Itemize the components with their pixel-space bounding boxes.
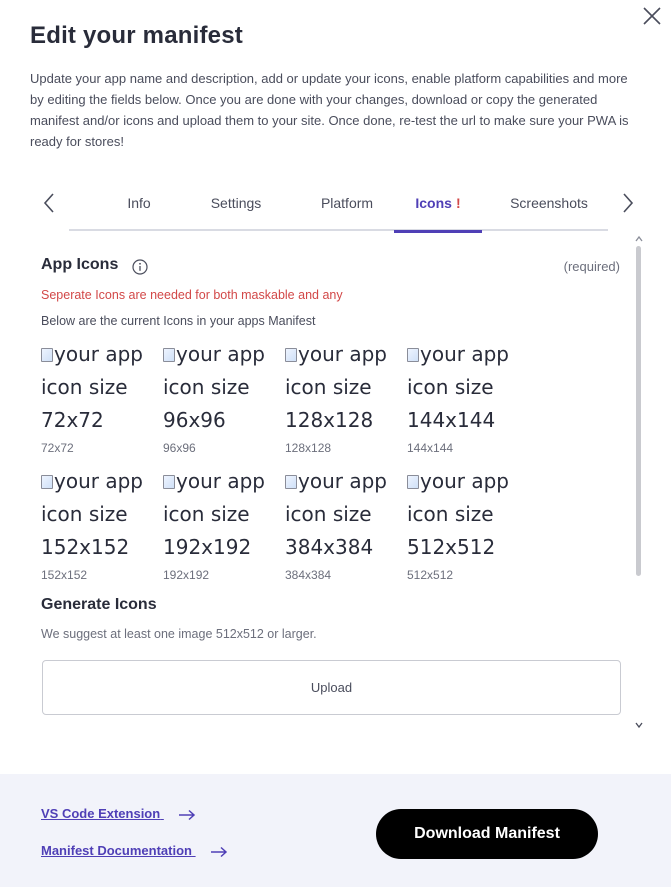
icons-panel: App Icons (required) Seperate Icons are … xyxy=(41,240,631,735)
tab-label: Settings xyxy=(210,195,262,211)
tabs-row: Info Settings Platform Icons! Screenshot… xyxy=(40,183,640,233)
tabs-next-button[interactable] xyxy=(617,191,637,215)
upload-button[interactable]: Upload xyxy=(42,660,621,715)
broken-image-icon xyxy=(407,475,419,489)
vs-code-extension-link[interactable]: VS Code Extension xyxy=(41,806,196,821)
icon-image: your app icon size 72x72 xyxy=(41,342,143,432)
link-label: VS Code Extension xyxy=(41,806,161,821)
close-button[interactable] xyxy=(640,4,664,28)
download-manifest-button[interactable]: Download Manifest xyxy=(376,809,598,859)
info-icon[interactable] xyxy=(132,259,148,275)
icon-item: your app icon size 152x152 152x152 xyxy=(41,465,161,587)
tab-bar: Info Settings Platform Icons! Screenshot… xyxy=(69,183,608,233)
scroll-down-button[interactable] xyxy=(634,718,644,730)
tab-platform[interactable]: Platform xyxy=(305,183,389,231)
broken-image-icon xyxy=(41,475,53,489)
icon-image: your app icon size 192x192 xyxy=(163,469,265,559)
scrollbar-thumb[interactable] xyxy=(636,246,641,576)
icon-image: your app icon size 512x512 xyxy=(407,469,509,559)
icon-item: your app icon size 384x384 384x384 xyxy=(285,465,405,587)
tab-icons[interactable]: Icons! xyxy=(394,183,482,233)
tabs-prev-button[interactable] xyxy=(40,191,60,215)
icon-size-label: 512x512 xyxy=(407,568,454,582)
icons-note: Below are the current Icons in your apps… xyxy=(41,314,316,328)
required-label: (required) xyxy=(563,259,620,274)
tab-settings[interactable]: Settings xyxy=(196,183,276,231)
icon-size-label: 128x128 xyxy=(285,441,332,455)
dialog-footer: VS Code Extension Manifest Documentation… xyxy=(0,774,671,887)
icon-size-label: 96x96 xyxy=(163,441,196,455)
scroll-up-button[interactable] xyxy=(634,232,644,244)
arrow-right-icon xyxy=(178,809,195,820)
icon-item: your app icon size 192x192 192x192 xyxy=(163,465,283,587)
broken-image-icon xyxy=(407,348,419,362)
chevron-left-icon xyxy=(43,193,54,213)
icon-item: your app icon size 144x144 144x144 xyxy=(407,338,527,460)
dialog-title: Edit your manifest xyxy=(30,22,243,49)
tab-label: Platform xyxy=(320,195,374,211)
chevron-up-icon xyxy=(635,235,643,242)
icon-image: your app icon size 384x384 xyxy=(285,469,387,559)
manifest-documentation-link[interactable]: Manifest Documentation xyxy=(41,843,228,858)
chevron-down-icon xyxy=(635,722,643,729)
link-label: Manifest Documentation xyxy=(41,843,192,858)
tab-label: Icons xyxy=(415,195,452,211)
icon-image: your app icon size 144x144 xyxy=(407,342,509,432)
generate-icons-title: Generate Icons xyxy=(41,596,157,613)
icon-image: your app icon size 96x96 xyxy=(163,342,265,432)
icon-image: your app icon size 152x152 xyxy=(41,469,143,559)
icon-item: your app icon size 96x96 96x96 xyxy=(163,338,283,460)
icon-item: your app icon size 72x72 72x72 xyxy=(41,338,161,460)
close-icon xyxy=(643,7,661,25)
generate-icons-note: We suggest at least one image 512x512 or… xyxy=(41,627,317,641)
broken-image-icon xyxy=(163,348,175,362)
app-icons-title: App Icons xyxy=(41,256,119,273)
icon-image: your app icon size 128x128 xyxy=(285,342,387,432)
broken-image-icon xyxy=(41,348,53,362)
icons-error-message: Seperate Icons are needed for both maska… xyxy=(41,288,343,302)
icon-size-label: 192x192 xyxy=(163,568,210,582)
tab-info[interactable]: Info xyxy=(104,183,174,231)
tab-alert-badge: ! xyxy=(455,195,461,211)
tab-label: Info xyxy=(127,195,151,211)
dialog-intro: Update your app name and description, ad… xyxy=(30,71,629,149)
app-icons-header: App Icons (required) xyxy=(41,256,621,280)
broken-image-icon xyxy=(285,348,297,362)
icon-item: your app icon size 512x512 512x512 xyxy=(407,465,527,587)
icon-size-label: 384x384 xyxy=(285,568,332,582)
tab-screenshots[interactable]: Screenshots xyxy=(499,183,599,231)
scrollbar[interactable] xyxy=(634,232,644,732)
broken-image-icon xyxy=(163,475,175,489)
icon-size-label: 72x72 xyxy=(41,441,74,455)
chevron-right-icon xyxy=(623,193,634,213)
broken-image-icon xyxy=(285,475,297,489)
tab-label: Screenshots xyxy=(510,195,588,211)
icon-size-label: 144x144 xyxy=(407,441,454,455)
icon-item: your app icon size 128x128 128x128 xyxy=(285,338,405,460)
arrow-right-icon xyxy=(210,846,227,857)
icon-size-label: 152x152 xyxy=(41,568,88,582)
